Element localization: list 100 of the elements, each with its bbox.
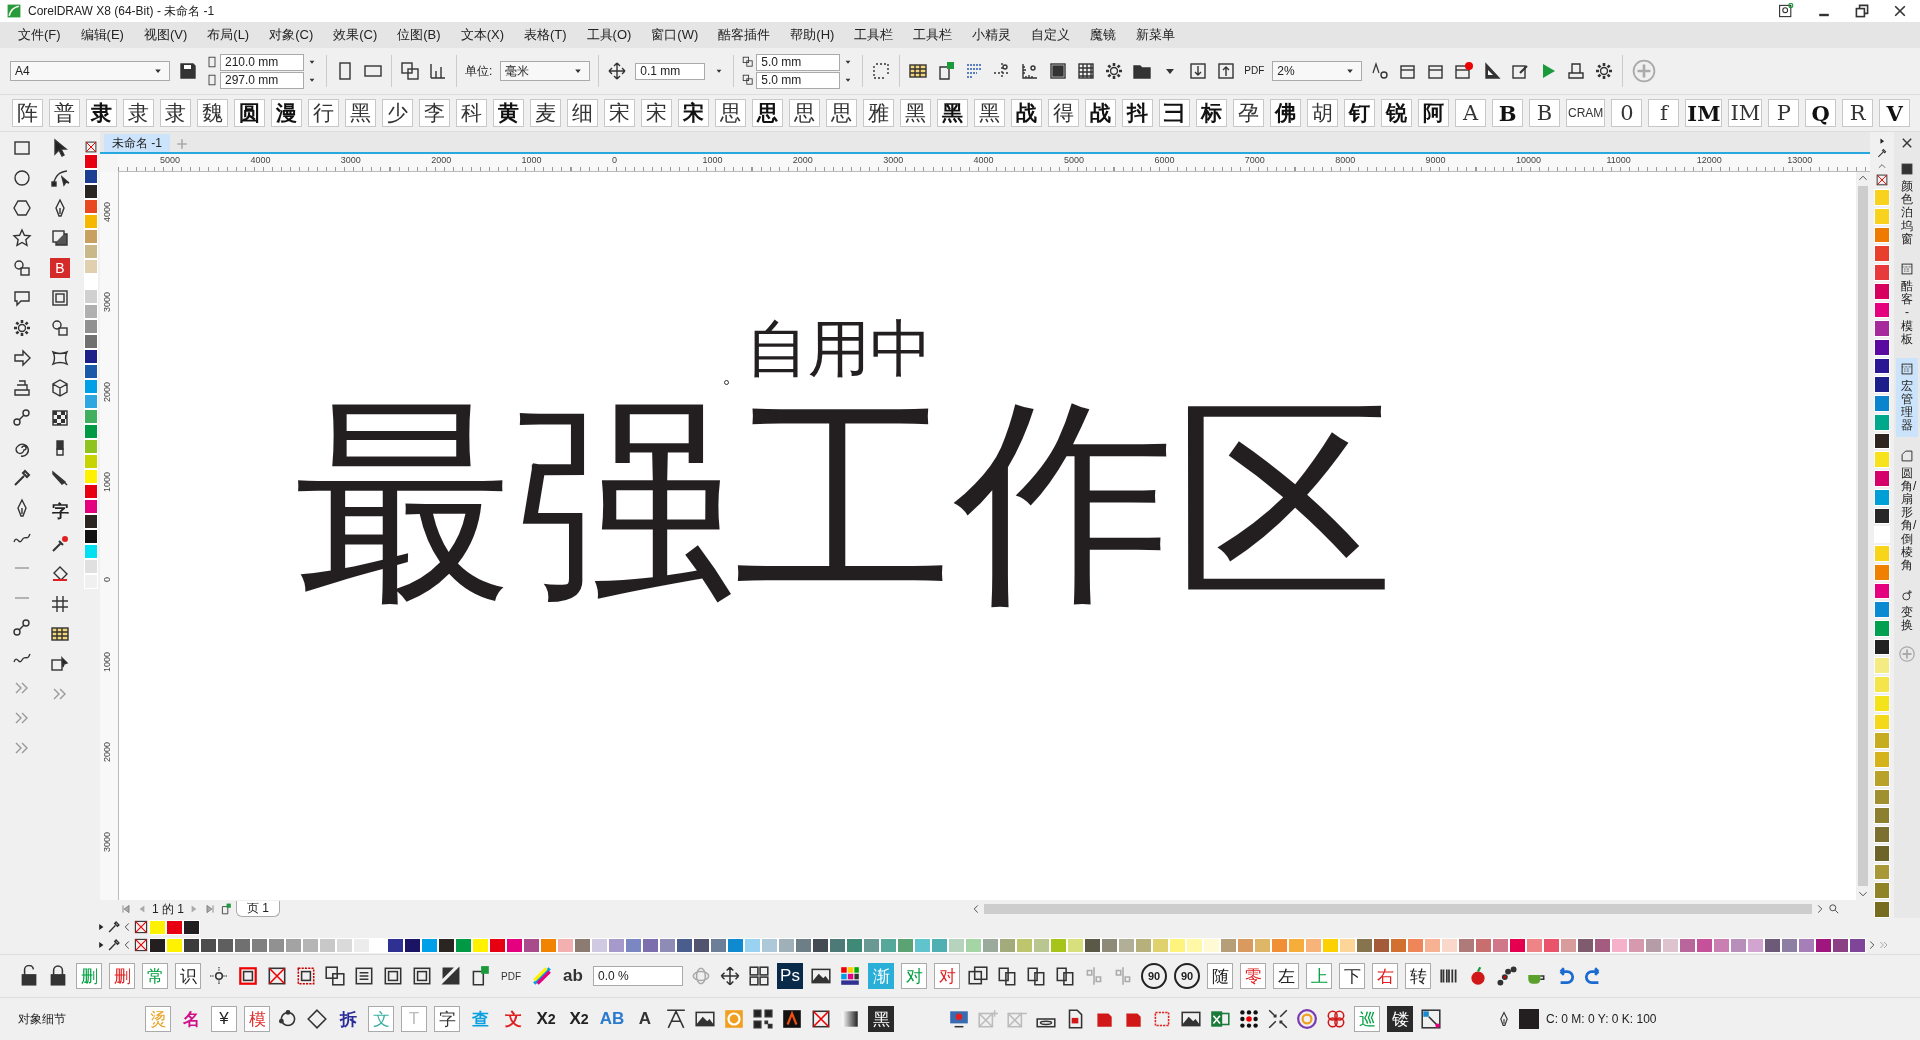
page-tab[interactable]: 页 1 <box>236 901 281 917</box>
width-field[interactable]: 210.0 mm <box>220 53 304 71</box>
docker-tab[interactable]: 颜色泊坞窗 <box>1896 158 1918 250</box>
tool-button[interactable]: 识 <box>175 963 201 989</box>
height-field[interactable]: 297.0 mm <box>220 71 304 89</box>
font-preset-button[interactable]: 战 <box>1085 99 1116 127</box>
font-preset-button[interactable]: 锐 <box>1381 99 1412 127</box>
percent-field[interactable]: 0.0 % <box>593 966 683 986</box>
font-preset-button[interactable]: 思 <box>752 99 783 127</box>
tool-button[interactable]: 拆 <box>335 1006 361 1032</box>
font-preset-button[interactable]: 阿 <box>1418 99 1449 127</box>
font-preset-button[interactable]: f <box>1648 99 1680 127</box>
menu-item[interactable]: 酷客插件 <box>708 26 781 44</box>
docker-tab[interactable]: 酷客 - 模板 <box>1896 257 1918 350</box>
object-details-label[interactable]: 对象细节 <box>18 1010 138 1028</box>
menu-item[interactable]: 视图(V) <box>133 26 198 44</box>
font-preset-button[interactable]: 思 <box>826 99 857 127</box>
font-preset-button[interactable]: 行 <box>308 99 339 127</box>
duplicate-y-field[interactable]: 5.0 mm <box>756 71 841 89</box>
menu-item[interactable]: 文件(F) <box>8 26 71 44</box>
tool-button[interactable]: 字 <box>434 1006 460 1032</box>
font-preset-button[interactable]: 隶 <box>160 99 191 127</box>
docker-tab[interactable]: 宏管理器 <box>1896 357 1918 437</box>
units-dropdown[interactable]: 毫米 <box>500 61 591 81</box>
tool-button[interactable]: PDF <box>498 963 524 989</box>
font-preset-button[interactable]: V <box>1879 99 1911 127</box>
tool-button[interactable]: 对 <box>934 963 960 989</box>
tool-button[interactable]: 巡 <box>1354 1006 1380 1032</box>
menu-item[interactable]: 表格(T) <box>513 26 577 44</box>
font-preset-button[interactable]: IM <box>1728 99 1763 127</box>
font-preset-button[interactable]: IM <box>1685 99 1723 127</box>
font-preset-button[interactable]: 宋 <box>604 99 635 127</box>
font-preset-button[interactable]: 黑 <box>937 99 968 127</box>
tool-button[interactable]: 字 <box>47 498 73 524</box>
menu-item[interactable]: 文本(X) <box>450 26 514 44</box>
tool-button[interactable]: 常 <box>142 963 168 989</box>
font-preset-button[interactable]: 宋 <box>678 99 709 127</box>
font-preset-button[interactable]: P <box>1768 99 1800 127</box>
font-preset-button[interactable]: 战 <box>1011 99 1042 127</box>
menu-item[interactable]: 窗口(W) <box>641 26 709 44</box>
tool-button[interactable]: 左 <box>1273 963 1299 989</box>
tool-button[interactable]: AB <box>599 1006 625 1032</box>
page-size-dropdown[interactable]: A4 <box>10 61 170 81</box>
tool-button[interactable]: 删 <box>76 963 102 989</box>
font-preset-button[interactable]: 钉 <box>1344 99 1375 127</box>
menu-item[interactable]: 工具(O) <box>576 26 642 44</box>
font-preset-button[interactable]: 思 <box>715 99 746 127</box>
font-preset-button[interactable]: 麦 <box>530 99 561 127</box>
tool-button[interactable]: 名 <box>178 1006 204 1032</box>
font-preset-button[interactable]: B <box>1492 99 1523 127</box>
font-preset-button[interactable]: 隶 <box>86 99 117 127</box>
docker-tab[interactable]: 圆角/扇形角/倒棱角 <box>1896 444 1918 577</box>
font-preset-button[interactable]: 宋 <box>641 99 672 127</box>
document-tab[interactable]: 未命名 -1 <box>104 134 170 152</box>
font-preset-button[interactable]: 黑 <box>345 99 376 127</box>
nudge-field[interactable]: 0.1 mm <box>635 62 706 80</box>
tool-button[interactable]: 转 <box>1405 963 1431 989</box>
font-preset-button[interactable]: 孕 <box>1233 99 1264 127</box>
font-preset-button[interactable]: 科 <box>456 99 487 127</box>
font-preset-button[interactable]: Q <box>1805 99 1837 127</box>
menu-item[interactable]: 小精灵 <box>962 26 1022 44</box>
tool-button[interactable]: 零 <box>1240 963 1266 989</box>
menu-item[interactable]: 帮助(H) <box>780 26 845 44</box>
tool-button[interactable]: 90 <box>1174 963 1200 989</box>
menu-item[interactable]: 布局(L) <box>197 26 260 44</box>
font-preset-button[interactable]: 李 <box>419 99 450 127</box>
font-preset-button[interactable]: 圆 <box>234 99 265 127</box>
tool-button[interactable]: Ps <box>777 963 803 989</box>
tool-button[interactable]: 删 <box>109 963 135 989</box>
menu-item[interactable]: 新菜单 <box>1126 26 1186 44</box>
font-preset-button[interactable]: 少 <box>382 99 413 127</box>
font-preset-button[interactable]: 漫 <box>271 99 302 127</box>
font-preset-button[interactable]: 隶 <box>123 99 154 127</box>
font-preset-button[interactable]: B <box>1529 99 1560 127</box>
font-preset-button[interactable]: 0 <box>1611 99 1643 127</box>
menu-item[interactable]: 自定义 <box>1021 26 1081 44</box>
tool-button[interactable]: 90 <box>1141 963 1167 989</box>
font-preset-button[interactable]: 魏 <box>197 99 228 127</box>
font-preset-button[interactable]: 得 <box>1048 99 1079 127</box>
zoom-dropdown[interactable]: 2% <box>1272 61 1363 81</box>
font-preset-button[interactable]: 抖 <box>1122 99 1153 127</box>
font-preset-button[interactable]: 阵 <box>12 99 43 127</box>
menu-item[interactable]: 工具栏 <box>903 26 963 44</box>
tool-button[interactable]: ab <box>560 963 586 989</box>
tool-button[interactable]: 镂 <box>1387 1006 1413 1032</box>
font-preset-button[interactable]: 普 <box>49 99 80 127</box>
font-preset-button[interactable]: 标 <box>1196 99 1227 127</box>
font-preset-button[interactable]: 黄 <box>493 99 524 127</box>
tool-button[interactable]: 上 <box>1306 963 1332 989</box>
font-preset-button[interactable]: CRAM <box>1566 99 1606 127</box>
tool-button[interactable]: A <box>632 1006 658 1032</box>
font-preset-button[interactable]: 佛 <box>1270 99 1301 127</box>
font-preset-button[interactable]: 胡 <box>1307 99 1338 127</box>
menu-item[interactable]: 效果(C) <box>323 26 388 44</box>
menu-item[interactable]: 对象(C) <box>259 26 324 44</box>
font-preset-button[interactable]: 彐 <box>1159 99 1190 127</box>
menu-item[interactable]: 魔镜 <box>1080 26 1127 44</box>
tool-button[interactable]: 对 <box>901 963 927 989</box>
tool-button[interactable]: 下 <box>1339 963 1365 989</box>
pdf-export-button[interactable]: PDF <box>1244 66 1265 76</box>
